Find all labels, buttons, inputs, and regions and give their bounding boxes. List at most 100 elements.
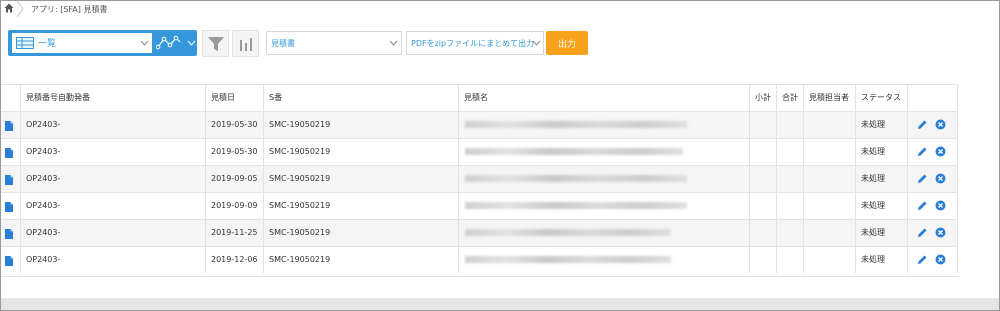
chevron-down-icon xyxy=(140,40,149,46)
delete-circle-icon[interactable] xyxy=(935,173,946,184)
table-row: OP2403- 2019-05-30 SMC-19050219 未処理 xyxy=(1,138,958,165)
chart-button[interactable] xyxy=(232,30,259,57)
column-header[interactable]: 見積番号自動発番 xyxy=(21,85,206,111)
chevron-down-icon xyxy=(389,40,398,46)
row-actions xyxy=(908,193,958,219)
row-actions xyxy=(908,220,958,246)
total-cell xyxy=(777,139,804,165)
table-row: OP2403- 2019-09-05 SMC-19050219 未処理 xyxy=(1,165,958,192)
status-cell: 未処理 xyxy=(856,139,908,165)
table-row: OP2403- 2019-09-09 SMC-19050219 未処理 xyxy=(1,192,958,219)
estimate-name-redacted xyxy=(459,112,750,138)
s-number: SMC-19050219 xyxy=(264,193,459,219)
s-number: SMC-19050219 xyxy=(264,112,459,138)
column-header[interactable]: 見積名 xyxy=(459,85,750,111)
table-row: OP2403- 2019-11-25 SMC-19050219 未処理 xyxy=(1,219,958,246)
record-detail-icon[interactable] xyxy=(5,175,13,185)
column-header[interactable]: 見積担当者 xyxy=(804,85,856,111)
breadcrumb: アプリ: [SFA] 見積書 xyxy=(1,1,999,17)
total-cell xyxy=(777,193,804,219)
estimate-date: 2019-12-06 xyxy=(206,247,264,273)
chevron-down-icon xyxy=(532,40,541,46)
assignee-cell xyxy=(804,193,856,219)
view-selector[interactable]: 一覧 xyxy=(8,30,197,56)
redacted-text xyxy=(465,175,687,182)
estimate-number: OP2403- xyxy=(21,112,206,138)
assignee-cell xyxy=(804,139,856,165)
row-actions xyxy=(908,139,958,165)
edit-pencil-icon[interactable] xyxy=(917,227,928,238)
filter-button[interactable] xyxy=(202,30,229,57)
home-icon[interactable] xyxy=(4,3,14,13)
row-actions xyxy=(908,166,958,192)
estimate-number: OP2403- xyxy=(21,139,206,165)
assignee-cell xyxy=(804,247,856,273)
bar-chart-icon xyxy=(240,38,252,51)
delete-circle-icon[interactable] xyxy=(935,227,946,238)
redacted-text xyxy=(465,121,687,128)
total-cell xyxy=(777,166,804,192)
row-actions xyxy=(908,112,958,138)
redacted-text xyxy=(465,202,687,209)
assignee-cell xyxy=(804,166,856,192)
estimate-name-redacted xyxy=(459,247,750,273)
view-label: 一覧 xyxy=(38,39,57,49)
record-detail-icon[interactable] xyxy=(5,121,13,131)
subtotal-cell xyxy=(750,112,777,138)
delete-circle-icon[interactable] xyxy=(935,119,946,130)
edit-pencil-icon[interactable] xyxy=(917,254,928,265)
status-cell: 未処理 xyxy=(856,112,908,138)
breadcrumb-separator-icon xyxy=(16,1,24,17)
table-row: OP2403- 2019-12-06 SMC-19050219 未処理 xyxy=(1,246,958,273)
column-header[interactable]: 見積日 xyxy=(206,85,264,111)
column-header[interactable]: 小計 xyxy=(750,85,777,111)
estimate-name-redacted xyxy=(459,166,750,192)
column-header[interactable]: 合計 xyxy=(777,85,804,111)
output-button[interactable]: 出力 xyxy=(546,31,588,55)
record-detail-icon[interactable] xyxy=(5,148,13,158)
edit-pencil-icon[interactable] xyxy=(917,146,928,157)
table-row: OP2403- 2019-05-30 SMC-19050219 未処理 xyxy=(1,111,958,138)
status-cell: 未処理 xyxy=(856,220,908,246)
status-cell: 未処理 xyxy=(856,166,908,192)
footer-bar xyxy=(1,298,999,310)
assignee-cell xyxy=(804,220,856,246)
s-number: SMC-19050219 xyxy=(264,166,459,192)
delete-circle-icon[interactable] xyxy=(935,146,946,157)
chevron-down-icon[interactable] xyxy=(187,39,196,47)
breadcrumb-app-link[interactable]: アプリ: [SFA] 見積書 xyxy=(31,4,107,15)
subtotal-cell xyxy=(750,247,777,273)
column-header[interactable]: ステータス xyxy=(856,85,908,111)
edit-pencil-icon[interactable] xyxy=(917,173,928,184)
graph-view-icon[interactable] xyxy=(156,35,182,51)
subtotal-cell xyxy=(750,139,777,165)
estimate-name-redacted xyxy=(459,139,750,165)
row-actions xyxy=(908,247,958,273)
print-template-select[interactable]: 見積書 xyxy=(266,31,402,55)
record-detail-icon[interactable] xyxy=(5,256,13,266)
filter-icon xyxy=(208,37,224,51)
delete-circle-icon[interactable] xyxy=(935,200,946,211)
estimate-name-redacted xyxy=(459,193,750,219)
record-detail-icon[interactable] xyxy=(5,229,13,239)
column-header[interactable]: S番 xyxy=(264,85,459,111)
estimate-number: OP2403- xyxy=(21,220,206,246)
edit-pencil-icon[interactable] xyxy=(917,119,928,130)
toolbar: 一覧 見積書 PDFをzipファイルにまとめて出力 出力 xyxy=(1,18,999,64)
output-format-select[interactable]: PDFをzipファイルにまとめて出力 xyxy=(406,31,544,55)
s-number: SMC-19050219 xyxy=(264,220,459,246)
estimate-date: 2019-05-30 xyxy=(206,112,264,138)
redacted-text xyxy=(465,148,683,155)
record-detail-icon[interactable] xyxy=(5,202,13,212)
status-cell: 未処理 xyxy=(856,193,908,219)
delete-circle-icon[interactable] xyxy=(935,254,946,265)
redacted-text xyxy=(465,229,671,236)
subtotal-cell xyxy=(750,220,777,246)
estimate-date: 2019-09-09 xyxy=(206,193,264,219)
total-cell xyxy=(777,112,804,138)
view-dropdown[interactable]: 一覧 xyxy=(12,33,152,53)
table-view-icon xyxy=(16,37,34,49)
estimate-number: OP2403- xyxy=(21,166,206,192)
estimate-number: OP2403- xyxy=(21,193,206,219)
edit-pencil-icon[interactable] xyxy=(917,200,928,211)
